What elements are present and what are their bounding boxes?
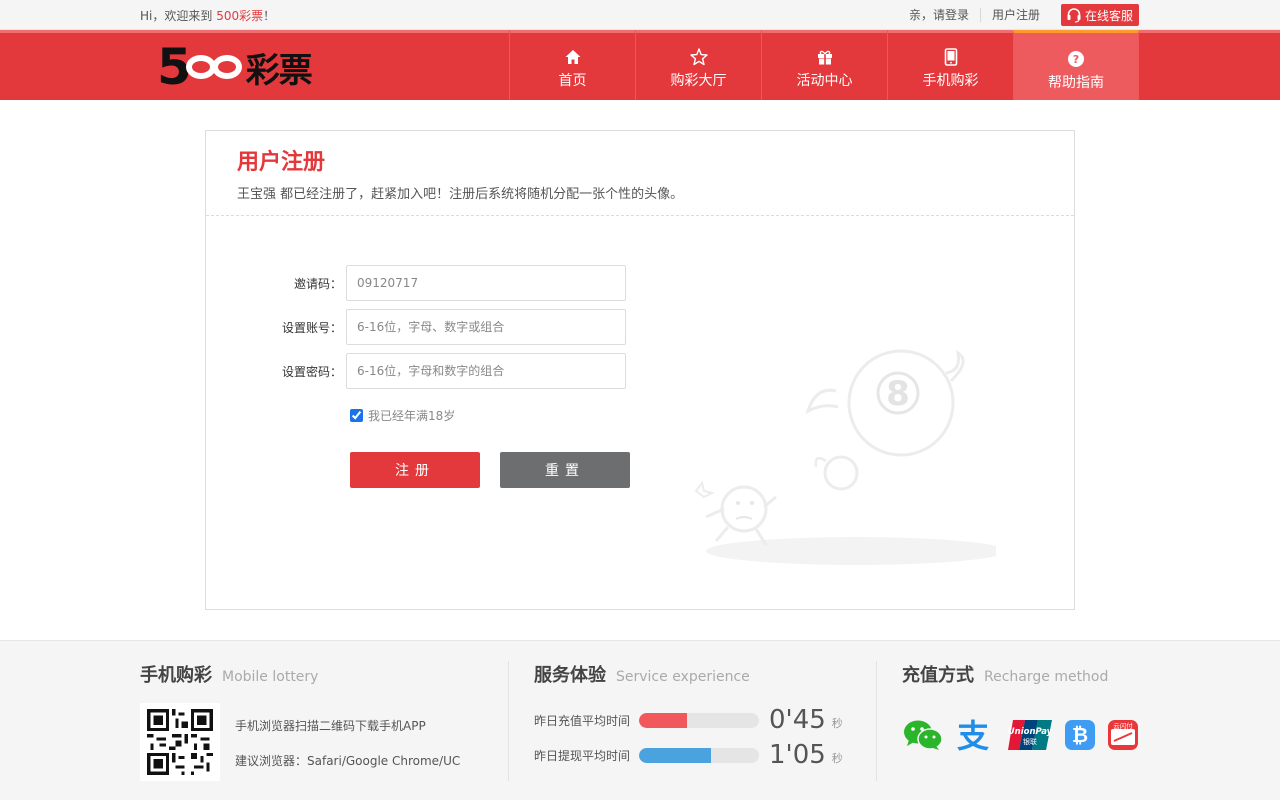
- invite-label: 邀请码：: [293, 276, 342, 291]
- unionpay-icon: UnionPay 银联: [1008, 720, 1053, 750]
- register-link[interactable]: 用户注册: [981, 8, 1051, 22]
- footer-recharge-title-cn: 充值方式: [902, 665, 974, 686]
- invite-row: 邀请码：: [206, 265, 626, 301]
- footer-divider: [876, 661, 877, 781]
- withdraw-time-value: 1'05: [769, 740, 826, 770]
- nav-help[interactable]: ? 帮助指南: [1013, 30, 1139, 100]
- welcome-suffix: ！: [263, 9, 276, 23]
- withdraw-time-unit: 秒: [831, 752, 843, 765]
- password-input[interactable]: [346, 353, 626, 389]
- welcome-prefix: Hi，欢迎来到: [140, 9, 217, 23]
- password-row: 设置密码：: [206, 353, 626, 389]
- account-row: 设置账号：: [206, 309, 626, 345]
- top-links: 亲，请登录 用户注册 在线客服: [898, 4, 1139, 26]
- nav-activities-label: 活动中心: [796, 73, 853, 89]
- account-input[interactable]: [346, 309, 626, 345]
- welcome-text: Hi，欢迎来到 500彩票！: [140, 7, 275, 24]
- login-link[interactable]: 亲，请登录: [898, 8, 980, 22]
- footer-recharge-title-en: Recharge method: [984, 669, 1109, 685]
- account-label: 设置账号：: [281, 320, 342, 335]
- nav-lottery-hall-label: 购彩大厅: [670, 73, 727, 89]
- age-agreement[interactable]: 我已经年满18岁: [350, 407, 455, 424]
- headset-icon: [1067, 8, 1081, 23]
- welcome-brand-link[interactable]: 500彩票: [216, 9, 263, 23]
- svg-text:?: ?: [1073, 53, 1079, 66]
- bitcoin-icon: ₿: [1065, 720, 1095, 750]
- footer-mobile-title-en: Mobile lottery: [222, 669, 319, 685]
- recharge-time-value: 0'45: [769, 705, 826, 735]
- footer-divider: [508, 661, 509, 781]
- customer-service-button[interactable]: 在线客服: [1060, 4, 1139, 26]
- nav-home-label: 首页: [558, 73, 587, 89]
- withdraw-time-bar: [639, 747, 759, 763]
- age-agreement-label: 我已经年满18岁: [368, 409, 456, 423]
- unionpay-label-cn: 银联: [1023, 737, 1037, 746]
- wechat-pay-icon: [904, 720, 943, 750]
- logo-rings: [185, 55, 242, 79]
- footer-mobile-title-cn: 手机购彩: [140, 665, 212, 686]
- recharge-time-unit: 秒: [831, 717, 843, 730]
- withdraw-time-label: 昨日提现平均时间: [534, 748, 631, 763]
- main-nav: 首页 购彩大厅 活动中心 手机购彩 ? 帮助指南: [509, 30, 1139, 100]
- invite-code-input[interactable]: [346, 265, 626, 301]
- unionpay-label-en: UnionPay: [1008, 727, 1053, 737]
- logo-text: 彩票: [245, 50, 313, 91]
- password-label: 设置密码：: [281, 364, 342, 379]
- gift-icon: [817, 50, 832, 65]
- register-button[interactable]: 注册: [350, 452, 480, 488]
- footer-mobile-line2: 建议浏览器：Safari/Google Chrome/UC: [235, 754, 461, 768]
- page-title: 用户注册: [237, 150, 326, 175]
- alipay-icon: 支: [957, 719, 989, 751]
- bitcoin-glyph: ₿: [1072, 723, 1088, 747]
- recharge-time-bar: [639, 712, 759, 728]
- register-subtitle: 王宝强 都已经注册了，赶紧加入吧！注册后系统将随机分配一张个性的头像。: [237, 187, 684, 202]
- logo-number: 5: [157, 38, 192, 96]
- home-icon: [565, 50, 580, 64]
- cloud-quickpass-icon: 云闪付: [1108, 720, 1138, 750]
- mobile-icon: [944, 48, 957, 66]
- qr-code-image: [141, 703, 219, 781]
- recharge-time-label: 昨日充值平均时间: [534, 713, 631, 728]
- footer-recharge-title: 充值方式 Recharge method: [902, 661, 1108, 687]
- register-header: 用户注册 王宝强 都已经注册了，赶紧加入吧！注册后系统将随机分配一张个性的头像。: [206, 131, 1074, 216]
- nav-home[interactable]: 首页: [509, 30, 635, 100]
- register-card: 用户注册 王宝强 都已经注册了，赶紧加入吧！注册后系统将随机分配一张个性的头像。…: [205, 130, 1075, 610]
- withdraw-time-stat: 昨日提现平均时间 1'05 秒: [534, 740, 843, 770]
- logo[interactable]: 5 彩票: [157, 38, 313, 96]
- age-checkbox[interactable]: [350, 409, 363, 422]
- cloud-quickpass-label: 云闪付: [1113, 721, 1133, 730]
- footer: 手机购彩 Mobile lottery 手机浏览器扫描二维码下载手机APP 建议…: [0, 640, 1280, 800]
- nav-mobile-label: 手机购彩: [922, 73, 979, 89]
- alipay-glyph: 支: [957, 719, 989, 751]
- main-header: 5 彩票 首页 购彩大厅 活动中心 手机购彩 ? 帮助指南: [0, 30, 1280, 100]
- billiard-ball-illustration: 8: [694, 349, 996, 565]
- footer-mobile-title: 手机购彩 Mobile lottery: [140, 661, 318, 687]
- nav-lottery-hall[interactable]: 购彩大厅: [635, 30, 761, 100]
- reset-button[interactable]: 重置: [500, 452, 630, 488]
- nav-activities[interactable]: 活动中心: [761, 30, 887, 100]
- customer-service-label: 在线客服: [1084, 8, 1133, 23]
- nav-mobile[interactable]: 手机购彩: [887, 30, 1013, 100]
- star-icon: [689, 48, 708, 66]
- footer-service-title-en: Service experience: [616, 669, 750, 685]
- footer-mobile-line1: 手机浏览器扫描二维码下载手机APP: [235, 719, 426, 733]
- svg-text:8: 8: [886, 374, 910, 414]
- recharge-time-stat: 昨日充值平均时间 0'45 秒: [534, 705, 843, 735]
- qr-code: [140, 703, 220, 781]
- nav-help-label: 帮助指南: [1048, 74, 1104, 91]
- footer-service-title-cn: 服务体验: [534, 665, 606, 686]
- footer-service-title: 服务体验 Service experience: [534, 661, 750, 687]
- help-icon: ?: [1068, 50, 1084, 67]
- top-bar: Hi，欢迎来到 500彩票！ 亲，请登录 用户注册 在线客服: [0, 0, 1280, 30]
